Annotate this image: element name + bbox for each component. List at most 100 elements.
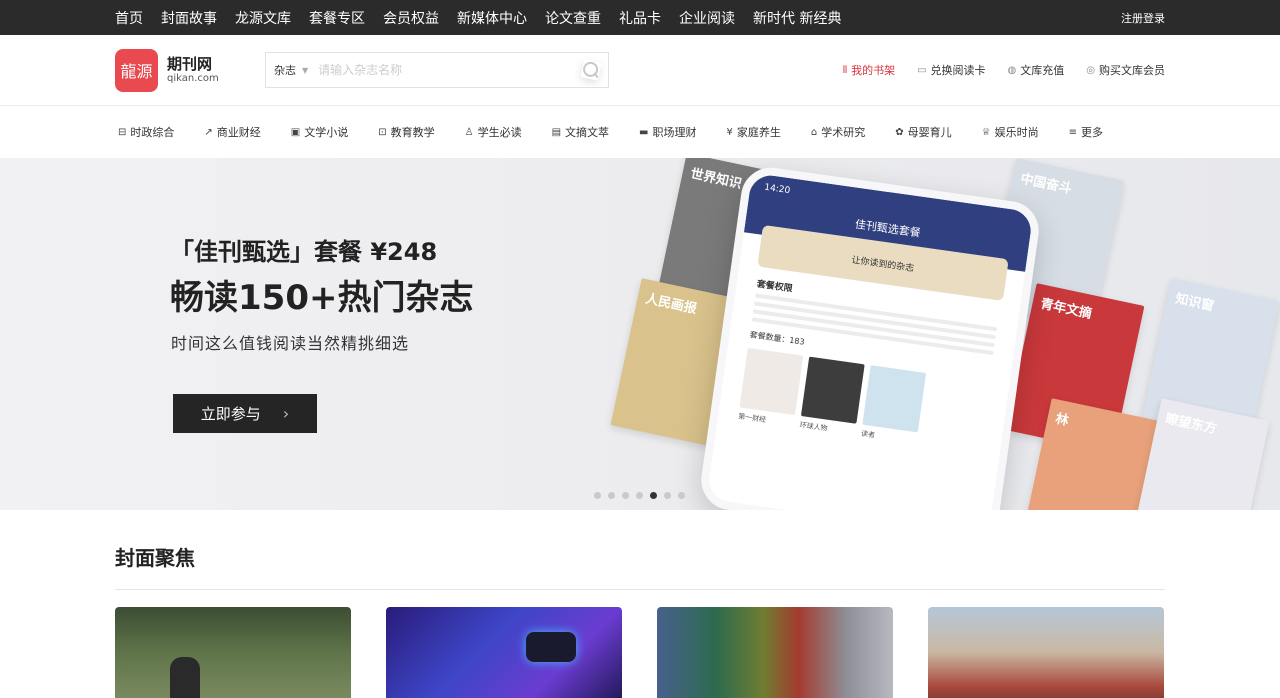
category-label: 时政综合 — [130, 126, 175, 139]
category-item[interactable]: ≡ 更多 — [1069, 124, 1103, 140]
category-icon: ≡ — [1068, 126, 1077, 138]
join-now-button[interactable]: 立即参与 › — [173, 394, 317, 433]
category-icon: ♕ — [981, 126, 991, 138]
magazine-title: 青年文摘 — [1039, 296, 1094, 323]
header-link-card[interactable]: ▭ 兑换阅读卡 — [917, 62, 985, 78]
header-link-coin[interactable]: ◍ 文库充值 — [1008, 62, 1065, 78]
search-category-select[interactable]: 杂志 ▼ — [274, 62, 308, 78]
top-bar: 首页 封面故事 龙源文库 套餐专区 会员权益 新媒体中心 论文查重 礼品卡 企业阅读 新时代 新经… — [0, 0, 1280, 35]
category-item[interactable]: ▬ 职场理财 — [639, 124, 696, 140]
header-link-label: 购买文库会员 — [1099, 64, 1165, 77]
category-item[interactable]: ✿ 母婴育儿 — [895, 124, 951, 140]
header: 龍源 期刊网 qikan.com 杂志 ▼ ⫴我的书架 ▭兑换阅读卡 ◍文库充值 ◎ 购… — [0, 35, 1280, 106]
carousel-dot[interactable] — [608, 492, 615, 499]
category-icon: ⊡ — [378, 126, 387, 138]
category-label: 更多 — [1080, 126, 1103, 139]
category-item[interactable]: ♕ 娱乐时尚 — [982, 124, 1039, 140]
magazine-title: 人民画报 — [644, 291, 699, 318]
bookshelf-icon: ⫴ — [842, 64, 848, 76]
top-nav-item[interactable]: 新媒体中心 — [457, 8, 527, 28]
carousel-dots — [594, 492, 685, 499]
logo-domain: qikan.com — [167, 72, 219, 84]
join-now-label: 立即参与 — [200, 405, 261, 423]
cover-card[interactable] — [657, 607, 893, 698]
category-label: 家庭养生 — [736, 126, 781, 139]
header-links: ⫴ 我的书架 ▭ 兑换阅读卡 ◍ 文库充值 ◎ 购买文库会员 — [843, 62, 1165, 78]
cover-card[interactable] — [928, 607, 1164, 698]
category-label: 商业财经 — [216, 126, 261, 139]
category-item[interactable]: ⊡ 教育教学 — [378, 124, 434, 140]
category-icon: ⌂ — [810, 126, 818, 138]
logo-name: 期刊网 — [167, 55, 213, 74]
carousel-dot[interactable] — [594, 492, 601, 499]
top-nav-item[interactable]: 会员权益 — [383, 8, 439, 28]
carousel-dot[interactable] — [678, 492, 685, 499]
category-nav: ⊟ 时政综合 ↗ 商业财经 ▣ 文学小说 ⊡ 教育教学 ♙ 学生必读 ▤ 文摘文萃 ▬ 职场理财 ¥ 家庭养生… — [0, 106, 1280, 158]
caret-down-icon: ▼ — [302, 65, 309, 75]
category-item[interactable]: ▣ 文学小说 — [291, 124, 348, 140]
magazine-title: 世界知识 — [689, 166, 744, 193]
category-label: 母婴育儿 — [907, 126, 952, 139]
cover-card[interactable] — [115, 607, 351, 698]
site-logo[interactable]: 龍源 期刊网 qikan.com — [115, 48, 265, 92]
category-item[interactable]: ⊟ 时政综合 — [118, 124, 174, 140]
category-label: 学生必读 — [477, 126, 522, 139]
magazine-title: 中国奋斗 — [1019, 171, 1074, 198]
coin-icon: ◍ — [1007, 64, 1017, 76]
category-item[interactable]: ¥ 家庭养生 — [727, 124, 781, 140]
cover-cards — [115, 607, 1165, 698]
top-nav-item[interactable]: 封面故事 — [161, 8, 217, 28]
magazine-title: 林 — [1054, 411, 1070, 429]
category-item[interactable]: ▤ 文摘文萃 — [552, 124, 609, 140]
category-label: 学术研究 — [821, 126, 866, 139]
logo-text: 期刊网 qikan.com — [167, 56, 219, 84]
category-icon: ¥ — [726, 126, 733, 138]
category-icon: ♙ — [464, 126, 474, 138]
category-icon: ▤ — [551, 126, 562, 138]
header-link-member[interactable]: ◎ 购买文库会员 — [1086, 62, 1165, 78]
header-link-label: 兑换阅读卡 — [930, 64, 986, 77]
search-icon[interactable] — [580, 59, 601, 80]
carousel-dot[interactable] — [622, 492, 629, 499]
carousel-dot[interactable] — [636, 492, 643, 499]
register-login-link[interactable]: 注册登录 — [1121, 10, 1165, 26]
category-item[interactable]: ↗ 商业财经 — [204, 124, 260, 140]
header-link-label: 文库充值 — [1020, 64, 1065, 77]
category-icon: ↗ — [204, 126, 213, 138]
card-icon: ▭ — [917, 64, 927, 76]
search-category-label: 杂志 — [274, 64, 296, 77]
banner-subtitle: 时间这么值钱阅读当然精挑细选 — [171, 334, 410, 353]
category-label: 文摘文萃 — [565, 126, 610, 139]
search-input[interactable] — [318, 63, 576, 77]
top-nav-item[interactable]: 礼品卡 — [619, 8, 661, 28]
top-nav-item[interactable]: 龙源文库 — [235, 8, 291, 28]
category-label: 文学小说 — [304, 126, 349, 139]
top-nav-item[interactable]: 企业阅读 — [679, 8, 735, 28]
header-link-bookshelf[interactable]: ⫴ 我的书架 — [843, 62, 895, 78]
magazine-title: 瞭望东方 — [1164, 411, 1219, 438]
category-label: 教育教学 — [390, 126, 435, 139]
category-item[interactable]: ⌂ 学术研究 — [811, 124, 865, 140]
phone-mockup: 14:20 佳刊甄选套餐 让你读到的杂志 套餐权限 套餐数量：183 第一财经环… — [697, 163, 1043, 510]
top-nav-item[interactable]: 首页 — [115, 8, 143, 28]
magazine-title: 知识窗 — [1174, 291, 1216, 315]
category-icon: ✿ — [895, 126, 904, 138]
top-nav-item[interactable]: 新时代 新经典 — [753, 8, 841, 28]
top-nav-item[interactable]: 论文查重 — [545, 8, 601, 28]
section-title: 封面聚焦 — [115, 542, 1165, 590]
top-nav: 首页 封面故事 龙源文库 套餐专区 会员权益 新媒体中心 论文查重 礼品卡 企业阅读 新时代 新经… — [115, 8, 841, 28]
carousel-dot[interactable] — [650, 492, 657, 499]
category-label: 娱乐时尚 — [994, 126, 1039, 139]
category-icon: ▬ — [639, 126, 649, 138]
banner-headline: 「佳刊甄选」套餐 ¥248 — [170, 238, 438, 266]
hero-banner[interactable]: 世界知识读者中国奋斗人民画报青年文摘知识窗林瞭望东方 14:20 佳刊甄选套餐 … — [0, 158, 1280, 510]
carousel-dot[interactable] — [664, 492, 671, 499]
category-item[interactable]: ♙ 学生必读 — [465, 124, 522, 140]
cover-card[interactable] — [386, 607, 622, 698]
top-nav-item[interactable]: 套餐专区 — [309, 8, 365, 28]
logo-mark: 龍源 — [115, 48, 158, 92]
header-link-label: 我的书架 — [851, 64, 896, 77]
member-icon: ◎ — [1086, 64, 1095, 76]
category-icon: ⊟ — [118, 126, 127, 138]
chevron-right-icon: › — [282, 404, 290, 423]
